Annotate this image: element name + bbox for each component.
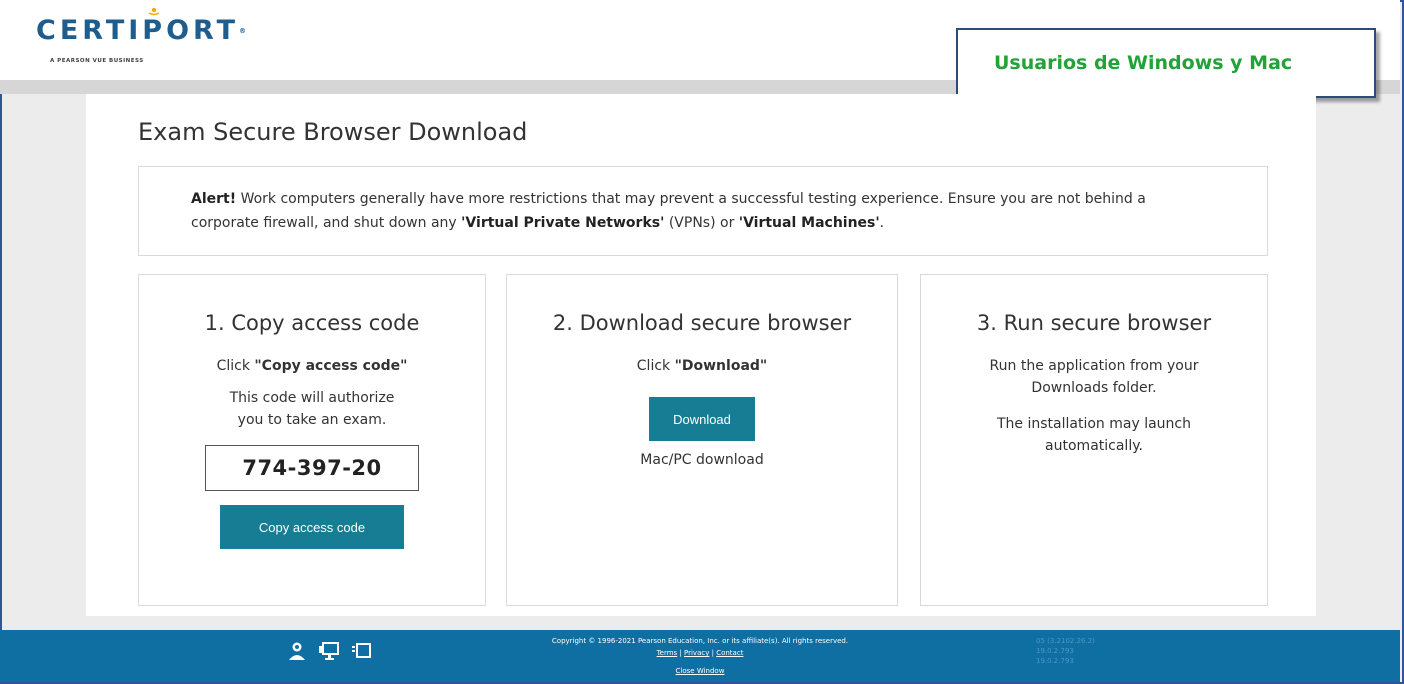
certiport-logo: CERTIPORT® A PEARSON VUE BUSINESS (36, 7, 246, 64)
alert-vpn-label: 'Virtual Private Networks' (461, 215, 665, 231)
step-download-number: 2 (552, 311, 567, 335)
step-download-click-prefix: Click (636, 358, 675, 374)
version-line: 19.0.2.793 (1036, 657, 1074, 665)
step-download-card: 2. Download secure browser Click "Downlo… (506, 274, 898, 606)
platform-callout: Usuarios de Windows y Mac (956, 28, 1376, 98)
page-title: Exam Secure Browser Download (138, 118, 528, 146)
footer-link-privacy[interactable]: Privacy (684, 649, 709, 657)
step-copy-card: 1. Copy access code Click "Copy access c… (138, 274, 486, 606)
step-copy-click-target: "Copy access code" (254, 358, 408, 374)
footer-center-block: Copyright © 1996-2021 Pearson Education,… (500, 636, 900, 676)
step-copy-title-text: . Copy access code (217, 311, 420, 335)
step-copy-title: 1. Copy access code (139, 311, 485, 335)
footer-links: Terms | Privacy | Contact (500, 648, 900, 658)
step-download-title-text: . Download secure browser (566, 311, 852, 335)
copy-access-code-button[interactable]: Copy access code (220, 505, 404, 549)
close-window-link[interactable]: Close Window (676, 667, 725, 675)
monitor-icon[interactable] (318, 640, 340, 662)
access-code-field[interactable]: 774-397-20 (205, 445, 419, 491)
footer-version-info: 05 (3.2102.26.2) 19.0.2.793 19.0.2.793 (1036, 636, 1095, 666)
step-copy-click-prefix: Click (216, 358, 255, 374)
footer-link-separator: | (679, 649, 682, 657)
footer-close: Close Window (500, 666, 900, 676)
footer-link-terms[interactable]: Terms (657, 649, 678, 657)
logo-text: CERTIPORT (36, 15, 240, 46)
footer-icon-group (286, 640, 372, 662)
step-download-subtext: Mac/PC download (640, 452, 764, 468)
step-run-card: 3. Run secure browser Run the applicatio… (920, 274, 1268, 606)
step-download-title: 2. Download secure browser (507, 311, 897, 335)
step-run-title-text: . Run secure browser (990, 311, 1212, 335)
footer-link-contact[interactable]: Contact (716, 649, 743, 657)
footer-link-separator: | (711, 649, 714, 657)
display-icon[interactable] (350, 640, 372, 662)
step-copy-number: 1 (204, 311, 218, 335)
step-run-line-2: The installation may launch automaticall… (997, 416, 1191, 454)
step-run-title: 3. Run secure browser (921, 311, 1267, 335)
step-download-click-target: "Download" (674, 358, 768, 374)
main-content: Exam Secure Browser Download Alert! Work… (86, 94, 1316, 616)
alert-box: Alert! Work computers generally have mor… (138, 166, 1268, 256)
version-line: 19.0.2.793 (1036, 647, 1074, 655)
step-copy-instruction: Click "Copy access code" (139, 355, 485, 377)
logo-subtext: A PEARSON VUE BUSINESS (50, 58, 144, 64)
step-copy-description: This code will authorize you to take an … (229, 390, 395, 428)
alert-label: Alert! (191, 191, 237, 207)
version-line: 05 (3.2102.26.2) (1036, 637, 1095, 645)
step-download-instruction: Click "Download" (507, 355, 897, 377)
logo-figure-icon (148, 7, 160, 16)
logo-wordmark: CERTIPORT® (36, 7, 246, 46)
download-button[interactable]: Download (649, 397, 755, 441)
user-support-icon[interactable] (286, 640, 308, 662)
alert-text-3: . (879, 215, 885, 231)
step-run-line-1: Run the application from your Downloads … (989, 358, 1199, 396)
callout-text: Usuarios de Windows y Mac (994, 52, 1293, 74)
step-run-number: 3 (976, 311, 991, 335)
alert-text-2: (VPNs) or (664, 215, 739, 231)
footer-copyright: Copyright © 1996-2021 Pearson Education,… (551, 637, 849, 645)
alert-vm-label: 'Virtual Machines' (738, 215, 880, 231)
site-footer: Copyright © 1996-2021 Pearson Education,… (0, 630, 1400, 682)
